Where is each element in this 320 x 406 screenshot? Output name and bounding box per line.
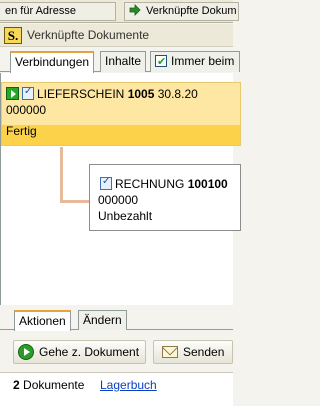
tab-adresse-label: en für Adresse [5,5,76,17]
doc-number: 1005 [127,87,155,101]
always-checkbox-label: Immer beim [171,54,235,68]
doc-status: Fertig [6,124,37,138]
card-status-stripe [2,125,240,145]
document-card-rechnung[interactable]: RECHNUNG 100100 000000 Unbezahlt [89,164,241,231]
card-header-row: RECHNUNG 100100 [100,176,228,191]
send-label: Senden [183,345,225,359]
doc-date: 30.8.20 [157,87,198,101]
goto-document-button[interactable]: Gehe z. Dokument [13,340,146,364]
tab-adresse[interactable]: en für Adresse [0,2,116,21]
document-icon [22,86,34,100]
doc-type: LIEFERSCHEIN [37,87,125,101]
window-title-bar: S. Verknüpfte Dokumente [0,24,233,47]
document-icon [100,176,112,190]
document-card-lieferschein[interactable]: LIEFERSCHEIN 1005 30.8.20 000000 Fertig [1,82,241,146]
document-count-value: 2 [13,378,20,392]
doc-code: 000000 [6,103,47,117]
tab-verknuepfte-dokumente[interactable]: Verknüpfte Dokum [124,2,239,21]
top-tab-bar: en für Adresse Verknüpfte Dokum [0,0,239,23]
connector-line [60,147,63,202]
doc-type: RECHNUNG [115,177,185,191]
action-tab-bar: Aktionen Ändern [0,306,233,331]
checkbox-icon[interactable] [155,53,167,72]
doc-number: 100100 [187,177,228,191]
arrow-icon [129,4,141,16]
logo-icon: S. [4,27,22,44]
tab-aktionen[interactable]: Aktionen [14,310,71,331]
connector-line [60,200,89,203]
document-graph: LIEFERSCHEIN 1005 30.8.20 000000 Fertig … [0,73,241,305]
doc-code: 000000 [98,193,139,207]
go-icon [18,344,34,360]
window-title: Verknüpfte Dokumente [27,28,150,42]
lagerbuch-link[interactable]: Lagerbuch [100,378,157,392]
card-header-row: LIEFERSCHEIN 1005 30.8.20 [6,86,198,101]
play-icon[interactable] [6,87,19,100]
send-button[interactable]: Senden [153,340,233,364]
document-count-label: Dokumente [23,378,85,392]
view-tab-bar: Verbindungen Inhalte Immer beim [0,48,240,73]
always-checkbox-tab[interactable]: Immer beim [150,51,240,72]
tab-inhalte[interactable]: Inhalte [100,51,147,72]
action-bar: Gehe z. Dokument Senden [0,331,233,371]
mail-icon [162,346,178,358]
goto-document-label: Gehe z. Dokument [39,345,140,359]
status-bar: 2 Dokumente Lagerbuch [0,372,233,406]
doc-status: Unbezahlt [98,209,153,223]
document-count: 2 Dokumente [13,378,84,392]
tab-aendern[interactable]: Ändern [78,310,127,330]
tab-verbindungen[interactable]: Verbindungen [10,51,95,73]
tab-verknuepfte-label: Verknüpfte Dokum [146,5,237,17]
